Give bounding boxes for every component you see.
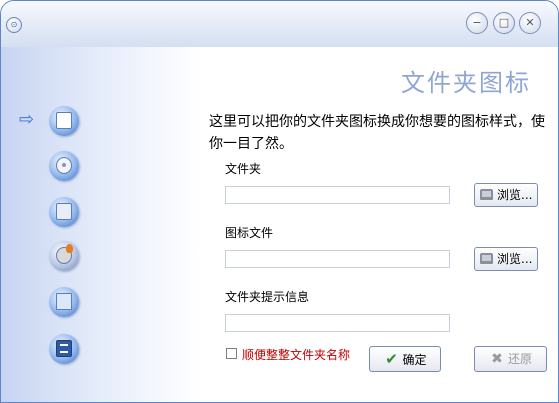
page-title: 文件夹图标 [401, 69, 531, 97]
maximize-button[interactable]: □ [493, 12, 515, 34]
package-icon [56, 203, 72, 220]
monitor-icon [56, 293, 72, 310]
ok-label: 确定 [402, 353, 427, 367]
sidebar [1, 47, 201, 402]
folder-tip-input[interactable] [225, 314, 450, 332]
app-window: ⊙ − □ ✕ ⇨ 文件夹图标 这里可以把你的文件夹图标换成你想要的图标样式，使… [0, 0, 559, 403]
checkmark-icon: ✔ [385, 350, 398, 368]
rename-folder-checkbox[interactable] [226, 348, 237, 359]
system-menu-icon[interactable]: ⊙ [6, 17, 22, 33]
disc-icon [56, 157, 72, 174]
icon-file-label: 图标文件 [225, 226, 274, 240]
browse-label: 浏览... [497, 252, 533, 266]
icon-file-input[interactable] [225, 250, 450, 268]
browse-label: 浏览... [497, 188, 533, 202]
close-button[interactable]: ✕ [519, 12, 541, 34]
sidebar-item-disc[interactable] [49, 151, 79, 181]
sidebar-item-monitor[interactable] [49, 287, 79, 317]
restore-button[interactable]: ✖ 还原 [474, 346, 547, 372]
sidebar-item-burn[interactable] [49, 241, 79, 271]
folder-browse-button[interactable]: 浏览... [474, 183, 538, 207]
current-item-arrow-icon: ⇨ [19, 109, 35, 130]
burn-disc-icon [56, 244, 73, 264]
restore-label: 还原 [507, 352, 532, 366]
folder-label: 文件夹 [225, 162, 262, 176]
sidebar-item-notepad[interactable] [49, 334, 79, 364]
icon-file-browse-button[interactable]: 浏览... [474, 247, 538, 271]
minimize-button[interactable]: − [466, 12, 488, 34]
description-text: 这里可以把你的文件夹图标换成你想要的图标样式，使你一目了然。 [209, 114, 545, 152]
sidebar-item-folder-icon[interactable] [49, 106, 79, 136]
folder-path-input[interactable] [225, 186, 450, 204]
sidebar-item-package[interactable] [49, 197, 79, 227]
notepad-icon [56, 340, 72, 357]
browse-folder-icon [480, 253, 493, 264]
folder-icon [56, 112, 72, 129]
folder-tip-label: 文件夹提示信息 [225, 290, 310, 304]
title-bar[interactable]: ⊙ − □ ✕ [1, 1, 558, 47]
ok-button[interactable]: ✔ 确定 [369, 346, 441, 372]
rename-folder-checkbox-label[interactable]: 顺便整整文件夹名称 [242, 346, 350, 363]
restore-x-icon: ✖ [491, 351, 503, 367]
browse-folder-icon [480, 189, 493, 200]
